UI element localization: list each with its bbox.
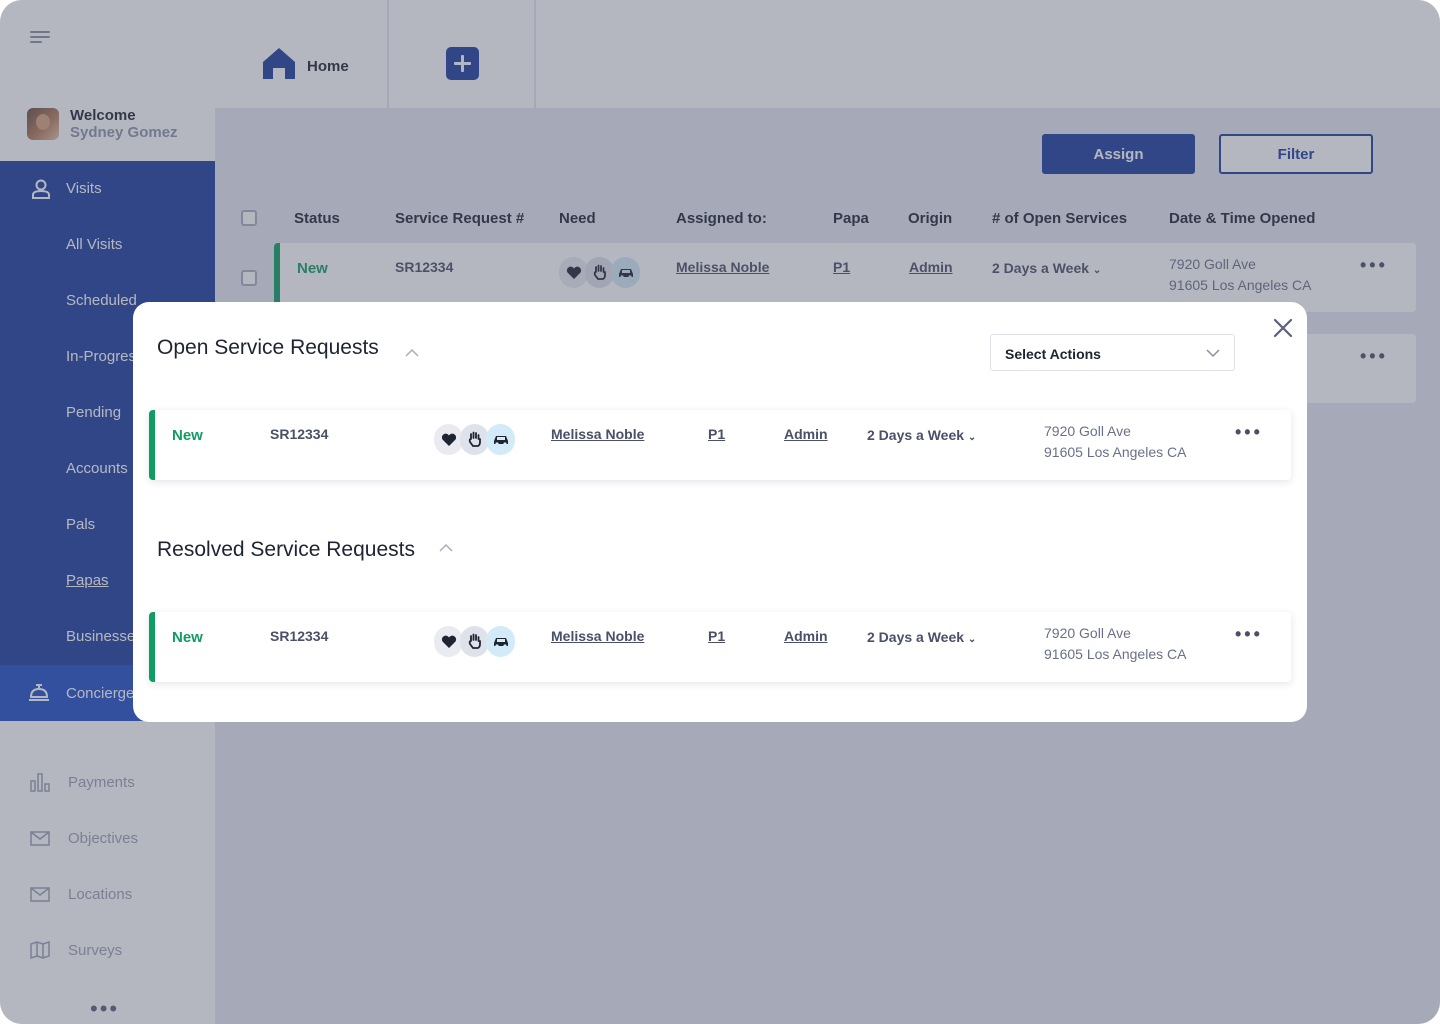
origin-link[interactable]: Admin xyxy=(784,628,828,644)
frequency-dropdown[interactable]: 2 Days a Week ⌄ xyxy=(867,427,976,443)
resolved-requests-title: Resolved Service Requests xyxy=(157,538,415,561)
service-requests-modal: Open Service Requests Select Actions New… xyxy=(133,302,1307,722)
assigned-to-link[interactable]: Melissa Noble xyxy=(551,426,644,442)
address: 7920 Goll Ave 91605 Los Angeles CA xyxy=(1044,421,1186,463)
origin-link[interactable]: Admin xyxy=(784,426,828,442)
papa-link[interactable]: P1 xyxy=(708,426,725,442)
select-actions-label: Select Actions xyxy=(1005,346,1101,362)
frequency-label: 2 Days a Week xyxy=(867,629,965,645)
car-icon xyxy=(486,424,515,455)
chevron-down-icon: ⌄ xyxy=(967,432,977,443)
frequency-label: 2 Days a Week xyxy=(867,427,965,443)
need-icons xyxy=(434,424,515,455)
heart-icon xyxy=(434,626,463,657)
row-more-icon[interactable]: ••• xyxy=(1235,422,1263,443)
address-line: 91605 Los Angeles CA xyxy=(1044,646,1187,662)
chevron-down-icon: ⌄ xyxy=(967,634,977,645)
need-icons xyxy=(434,626,515,657)
close-icon[interactable] xyxy=(1271,316,1295,340)
chevron-up-icon[interactable] xyxy=(405,348,419,358)
select-actions-dropdown[interactable]: Select Actions xyxy=(990,334,1235,371)
open-requests-title: Open Service Requests xyxy=(157,336,379,359)
row-more-icon[interactable]: ••• xyxy=(1235,624,1263,645)
frequency-dropdown[interactable]: 2 Days a Week ⌄ xyxy=(867,629,976,645)
address-line: 7920 Goll Ave xyxy=(1044,423,1131,439)
heart-icon xyxy=(434,424,463,455)
address-line: 91605 Los Angeles CA xyxy=(1044,444,1187,460)
hand-icon xyxy=(460,626,489,657)
chevron-down-icon xyxy=(1206,349,1220,358)
service-request-id: SR12334 xyxy=(270,426,329,442)
car-icon xyxy=(486,626,515,657)
chevron-up-icon[interactable] xyxy=(439,543,453,553)
hand-icon xyxy=(460,424,489,455)
assigned-to-link[interactable]: Melissa Noble xyxy=(551,628,644,644)
app-frame: Welcome Sydney Gomez Visits All Visits S… xyxy=(0,0,1440,1024)
service-request-id: SR12334 xyxy=(270,628,329,644)
status-badge: New xyxy=(172,629,203,646)
open-request-row[interactable]: New SR12334 Melissa Noble P1 Admin 2 Day… xyxy=(149,410,1291,480)
address-line: 7920 Goll Ave xyxy=(1044,625,1131,641)
papa-link[interactable]: P1 xyxy=(708,628,725,644)
resolved-request-row[interactable]: New SR12334 Melissa Noble P1 Admin 2 Day… xyxy=(149,612,1291,682)
address: 7920 Goll Ave 91605 Los Angeles CA xyxy=(1044,623,1186,665)
status-badge: New xyxy=(172,427,203,444)
